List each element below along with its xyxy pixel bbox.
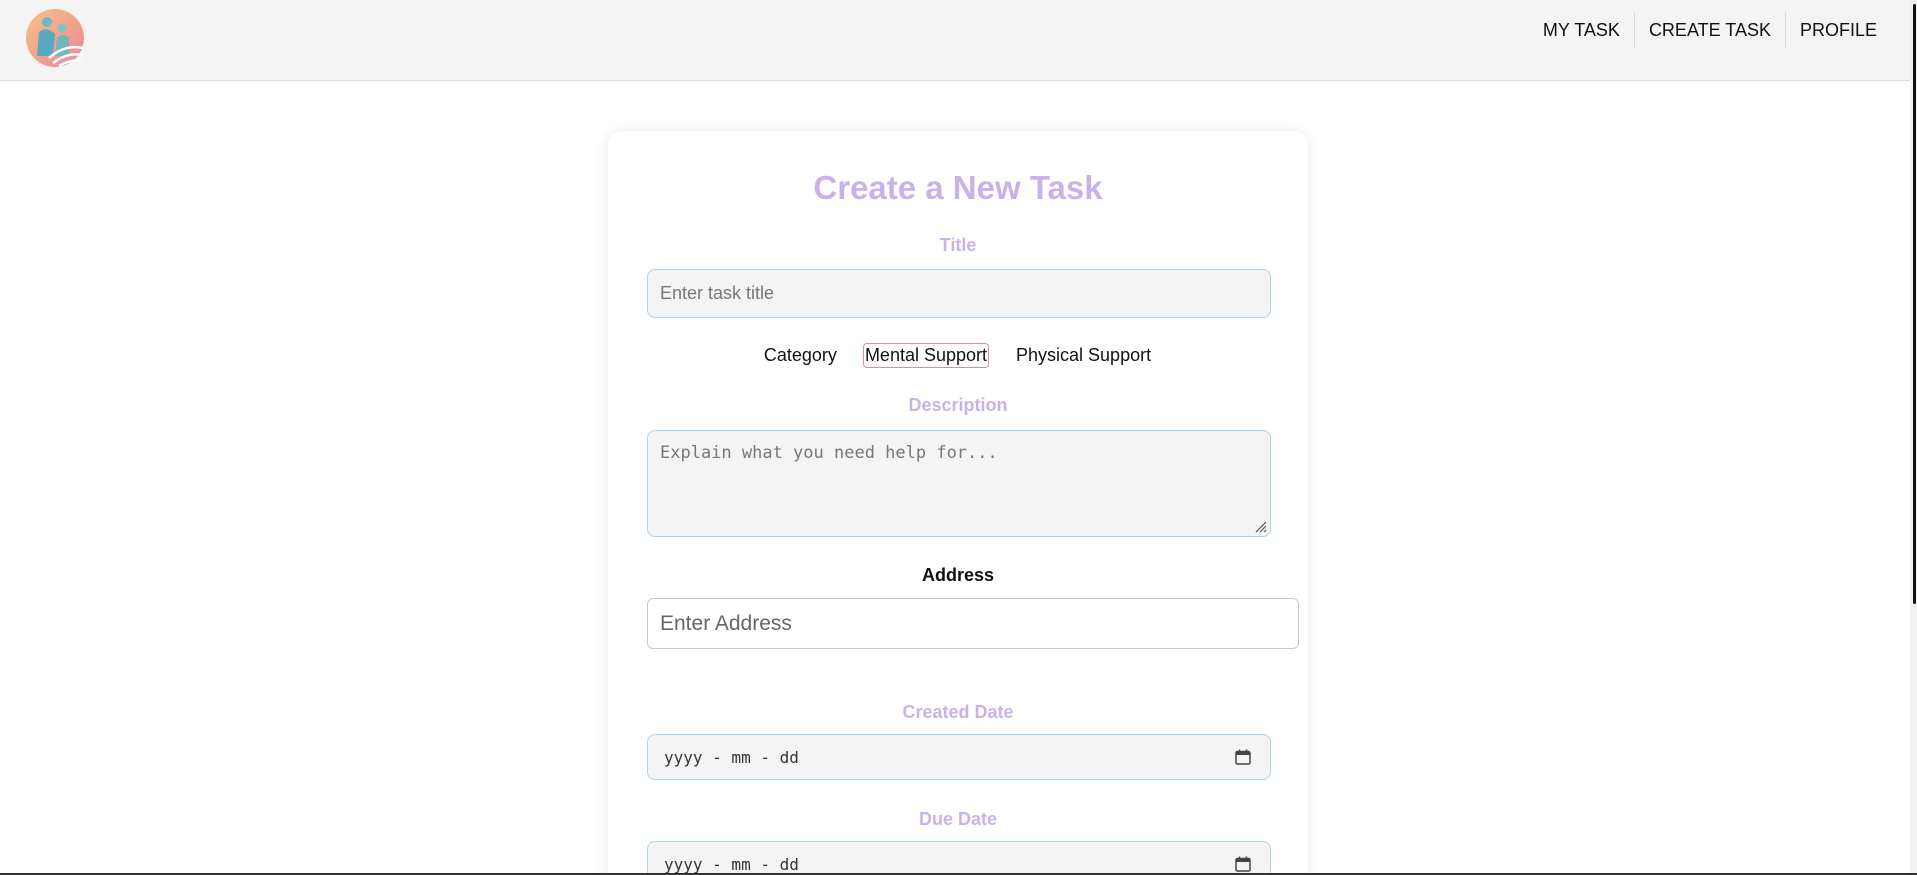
description-textarea[interactable] [647,430,1271,537]
category-selector: Category Mental Support Physical Support [608,343,1308,368]
due-date-placeholder: yyyy - mm - dd [664,855,799,874]
category-option-mental-support[interactable]: Mental Support [862,343,990,368]
calendar-icon[interactable] [1234,855,1252,873]
category-option-physical-support[interactable]: Physical Support [1015,344,1152,367]
title-label: Title [939,235,977,255]
scrollbar-thumb[interactable] [1913,4,1916,604]
address-label: Address [921,565,995,585]
due-date-label: Due Date [918,809,998,829]
nav-create-task[interactable]: CREATE TASK [1633,12,1785,48]
due-date-input[interactable]: yyyy - mm - dd [647,841,1271,875]
nav-my-task[interactable]: MY TASK [1529,12,1634,48]
top-nav-bar: MY TASK CREATE TASK PROFILE [0,0,1917,81]
create-task-card: Create a New Task Title Category Mental … [608,131,1308,875]
address-input[interactable] [647,598,1299,649]
created-date-input[interactable]: yyyy - mm - dd [647,734,1271,780]
description-wrapper [647,430,1271,537]
category-label: Category [763,345,837,365]
created-date-placeholder: yyyy - mm - dd [664,748,799,767]
helping-hands-logo-icon[interactable] [25,8,85,68]
page-title: Create a New Task [813,169,1103,206]
title-input[interactable] [647,269,1271,318]
created-date-label: Created Date [902,702,1014,722]
main-nav: MY TASK CREATE TASK PROFILE [1529,12,1891,48]
page-scrollbar[interactable] [1910,0,1917,875]
calendar-icon[interactable] [1234,748,1252,766]
resize-grip-icon[interactable] [1253,519,1267,533]
nav-profile[interactable]: PROFILE [1784,12,1891,48]
description-label: Description [908,395,1008,415]
